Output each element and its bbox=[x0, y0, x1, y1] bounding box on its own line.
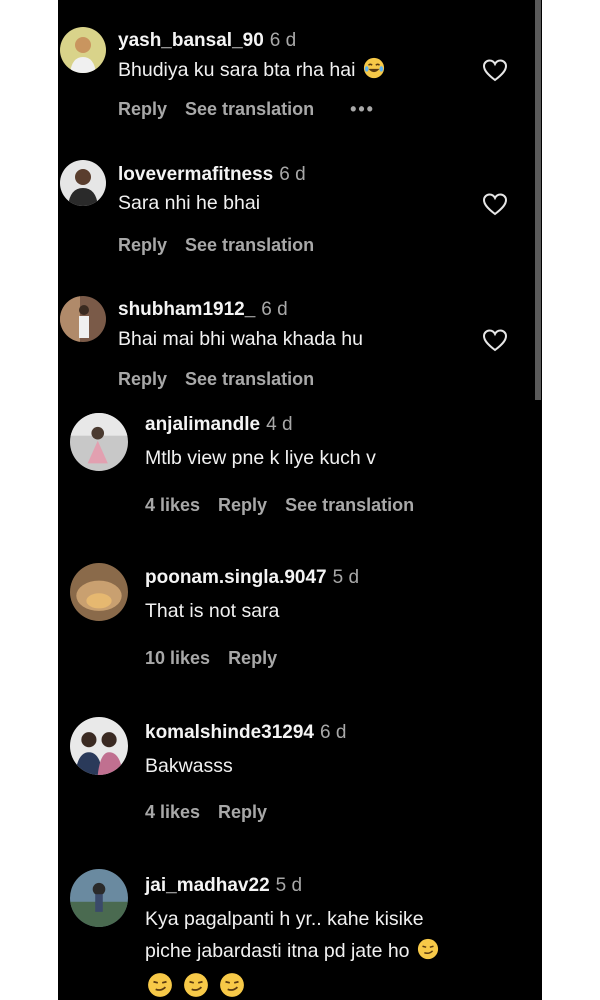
laughing-emoji-icon bbox=[363, 57, 384, 79]
smirking-emoji-icon bbox=[184, 973, 208, 997]
timestamp: 6 d bbox=[261, 299, 288, 320]
smirking-emoji-icon bbox=[220, 973, 244, 997]
username[interactable]: lovevermafitness bbox=[118, 164, 273, 185]
comment-text: Bakwasss bbox=[145, 755, 233, 777]
timestamp: 5 d bbox=[275, 875, 303, 896]
reply-button[interactable]: Reply bbox=[118, 99, 167, 119]
see-translation-button[interactable]: See translation bbox=[285, 495, 414, 515]
likes-count[interactable]: 4 likes bbox=[145, 495, 200, 515]
avatar[interactable] bbox=[60, 27, 106, 73]
comment-text-content: piche jabardasti itna pd jate ho bbox=[145, 940, 410, 962]
timestamp: 6 d bbox=[269, 30, 297, 51]
reply-button[interactable]: Reply bbox=[218, 802, 267, 822]
smirking-emoji-icon bbox=[148, 973, 172, 997]
reply-button[interactable]: Reply bbox=[228, 648, 277, 668]
username[interactable]: shubham1912_ bbox=[118, 299, 255, 320]
avatar[interactable] bbox=[70, 869, 128, 927]
username[interactable]: jai_madhav22 bbox=[145, 875, 270, 896]
scrollbar[interactable] bbox=[535, 0, 541, 400]
avatar[interactable] bbox=[70, 413, 128, 471]
comment-text: That is not sara bbox=[145, 600, 280, 622]
see-translation-button[interactable]: See translation bbox=[185, 99, 314, 119]
likes-count[interactable]: 4 likes bbox=[145, 802, 200, 822]
see-translation-button[interactable]: See translation bbox=[185, 235, 314, 255]
comment-text-content: Bhudiya ku sara bta rha hai bbox=[118, 59, 356, 81]
reply-button[interactable]: Reply bbox=[118, 369, 167, 389]
username[interactable]: yash_bansal_90 bbox=[118, 30, 264, 51]
timestamp: 5 d bbox=[332, 567, 360, 588]
more-options-icon[interactable]: ••• bbox=[350, 99, 375, 119]
comment-text-line: piche jabardasti itna pd jate ho bbox=[145, 936, 439, 967]
comment-text: Sara nhi he bhai bbox=[118, 192, 261, 214]
username[interactable]: komalshinde31294 bbox=[145, 722, 314, 743]
reply-button[interactable]: Reply bbox=[118, 235, 167, 255]
heart-outline-icon[interactable] bbox=[482, 58, 508, 82]
timestamp: 4 d bbox=[266, 414, 293, 435]
comment-text: Bhudiya ku sara bta rha hai bbox=[118, 55, 385, 86]
comment-text: Bhai mai bhi waha khada hu bbox=[118, 328, 363, 350]
avatar[interactable] bbox=[60, 296, 106, 342]
heart-outline-icon[interactable] bbox=[482, 328, 508, 352]
likes-count[interactable]: 10 likes bbox=[145, 648, 210, 668]
heart-outline-icon[interactable] bbox=[482, 192, 508, 216]
username[interactable]: poonam.singla.9047 bbox=[145, 567, 327, 588]
avatar[interactable] bbox=[70, 717, 128, 775]
timestamp: 6 d bbox=[319, 722, 347, 743]
comment-text: Mtlb view pne k liye kuch v bbox=[145, 447, 376, 469]
comment-text-line: Kya pagalpanti h yr.. kahe kisike bbox=[145, 908, 424, 930]
avatar[interactable] bbox=[60, 160, 106, 206]
comments-screen: yash_bansal_90 6 d Bhudiya ku sara bta rh… bbox=[58, 0, 542, 1000]
see-translation-button[interactable]: See translation bbox=[185, 369, 314, 389]
smirking-emoji-icon bbox=[417, 938, 439, 960]
reply-button[interactable]: Reply bbox=[218, 495, 267, 515]
username[interactable]: anjalimandle bbox=[145, 414, 260, 435]
timestamp: 6 d bbox=[279, 164, 306, 185]
emoji-row bbox=[145, 972, 253, 1000]
avatar[interactable] bbox=[70, 563, 128, 621]
